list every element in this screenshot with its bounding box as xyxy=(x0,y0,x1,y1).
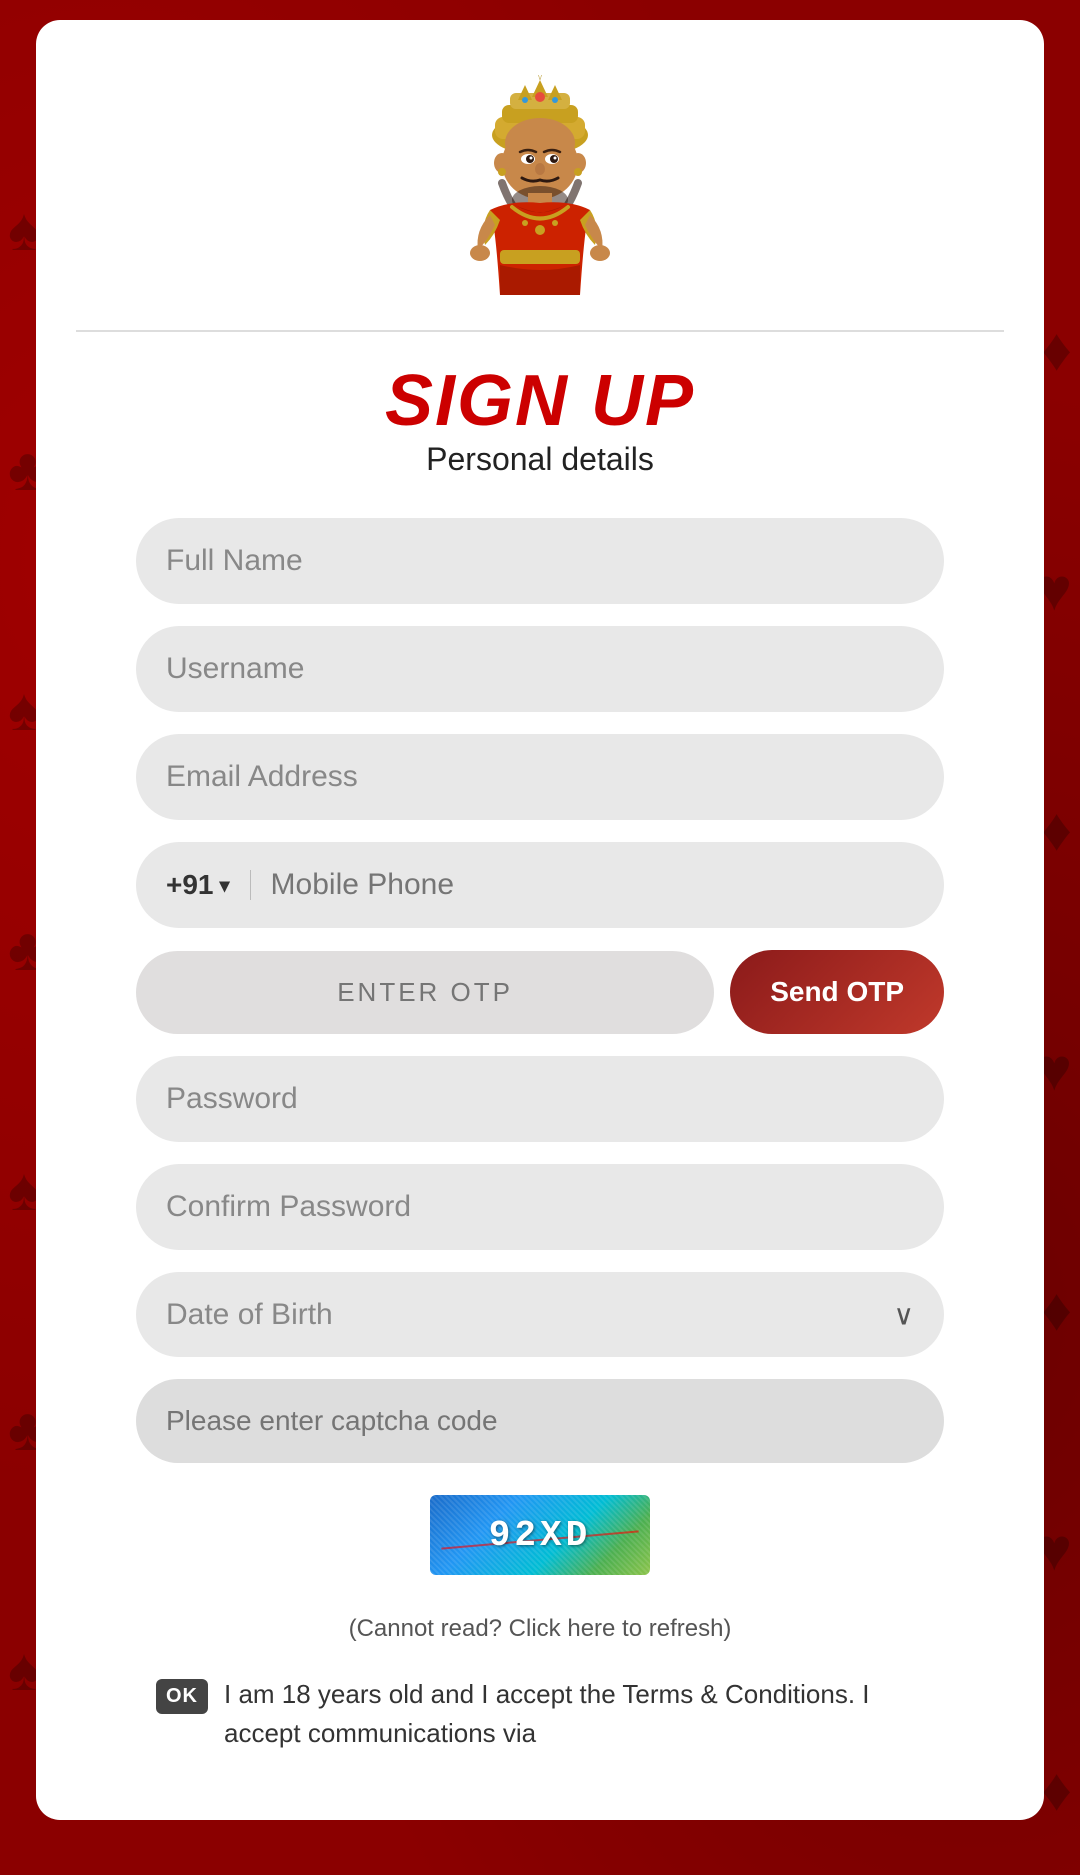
terms-row: OK I am 18 years old and I accept the Te… xyxy=(136,1675,944,1753)
captcha-input[interactable] xyxy=(136,1379,944,1463)
dob-select[interactable]: Date of Birth xyxy=(136,1272,944,1357)
password-input[interactable] xyxy=(136,1056,944,1142)
phone-divider xyxy=(250,870,251,900)
country-code-selector[interactable]: +91 ▾ xyxy=(136,843,250,927)
right-suit-5: ♦ xyxy=(1041,1280,1072,1340)
full-name-input[interactable] xyxy=(136,518,944,604)
send-otp-button[interactable]: Send OTP xyxy=(730,950,944,1034)
signup-heading: SIGN UP Personal details xyxy=(36,362,1044,478)
terms-text: I am 18 years old and I accept the Terms… xyxy=(224,1675,924,1753)
otp-input[interactable] xyxy=(136,951,714,1034)
captcha-box: 92XD xyxy=(430,1495,650,1575)
username-input[interactable] xyxy=(136,626,944,712)
country-code-value: +91 xyxy=(166,869,214,901)
logo-area xyxy=(36,60,1044,330)
otp-row: Send OTP xyxy=(136,950,944,1034)
ok-badge-label: OK xyxy=(166,1685,198,1707)
right-suit-1: ♦ xyxy=(1041,320,1072,380)
header-divider xyxy=(76,330,1004,332)
dropdown-arrow-icon: ▾ xyxy=(220,873,230,898)
captcha-code-text: 92XD xyxy=(489,1515,591,1556)
phone-row: +91 ▾ xyxy=(136,842,944,928)
signup-form: +91 ▾ Send OTP Date of Birth ∨ xyxy=(36,518,1044,1753)
terms-ok-badge[interactable]: OK xyxy=(156,1679,208,1714)
captcha-refresh-text: (Cannot read? Click here to refresh) xyxy=(349,1615,732,1642)
right-suit-3: ♦ xyxy=(1041,800,1072,860)
mobile-input[interactable] xyxy=(261,842,944,928)
signup-subtitle: Personal details xyxy=(36,441,1044,478)
captcha-refresh[interactable]: (Cannot read? Click here to refresh) xyxy=(136,1615,944,1643)
captcha-image-area: 92XD xyxy=(136,1495,944,1575)
signup-title: SIGN UP xyxy=(36,362,1044,441)
right-suit-7: ♦ xyxy=(1041,1760,1072,1820)
email-input[interactable] xyxy=(136,734,944,820)
main-card: SIGN UP Personal details +91 ▾ Send OTP xyxy=(36,20,1044,1820)
logo-figure xyxy=(440,80,640,300)
king-illustration xyxy=(440,75,640,305)
confirm-password-input[interactable] xyxy=(136,1164,944,1250)
dob-wrapper: Date of Birth ∨ xyxy=(136,1272,944,1357)
